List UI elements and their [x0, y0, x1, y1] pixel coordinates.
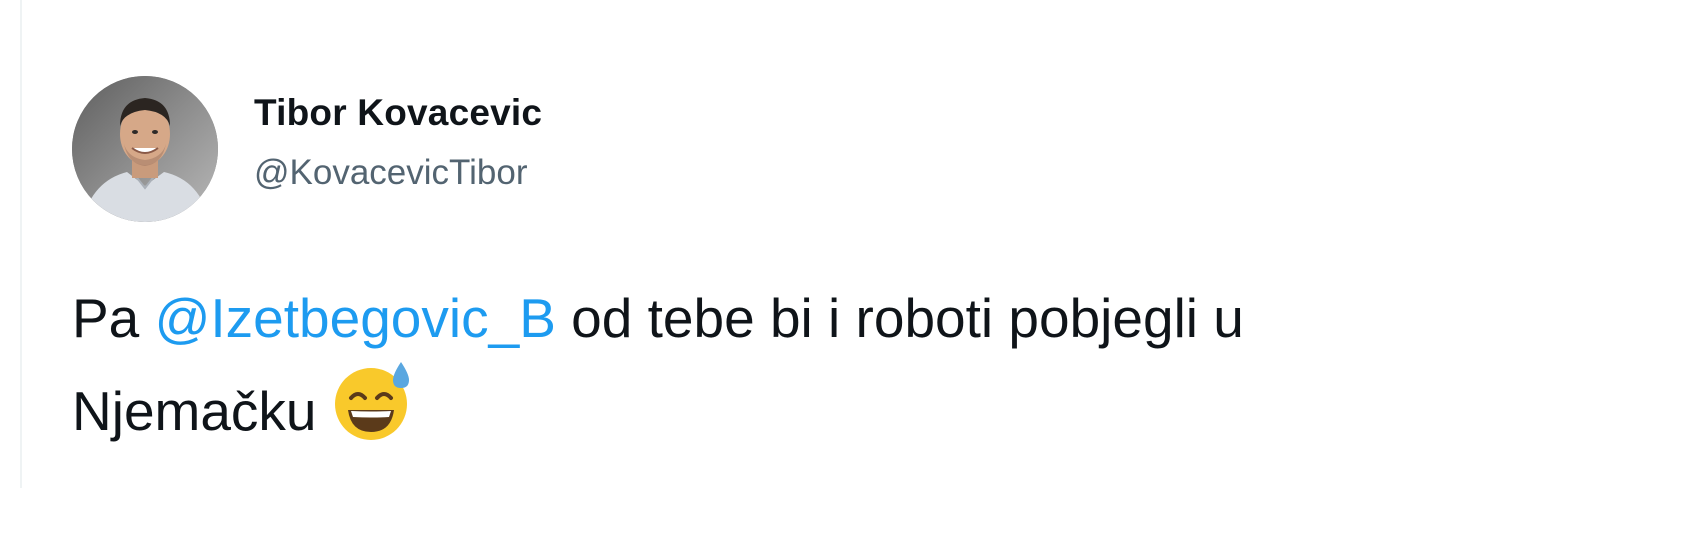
author-handle[interactable]: @KovacevicTibor	[254, 153, 528, 193]
tweet-text: Pa @Izetbegovic_B od tebe bi i roboti po…	[72, 276, 1552, 453]
tweet-card[interactable]: Tibor Kovacevic @KovacevicTibor Pa @Izet…	[20, 0, 1695, 488]
grinning-face-with-sweat-emoji-icon	[334, 362, 409, 440]
mention-link[interactable]: @Izetbegovic_B	[155, 287, 556, 349]
avatar[interactable]	[72, 76, 218, 222]
tweet-text-line1: od tebe bi i roboti pobjegli u	[555, 287, 1244, 349]
profile-photo-icon	[72, 76, 218, 222]
tweet-text-line2: Njemačku	[72, 380, 317, 442]
tweet-text-prefix: Pa	[72, 287, 155, 349]
author-display-name[interactable]: Tibor Kovacevic	[254, 92, 542, 134]
